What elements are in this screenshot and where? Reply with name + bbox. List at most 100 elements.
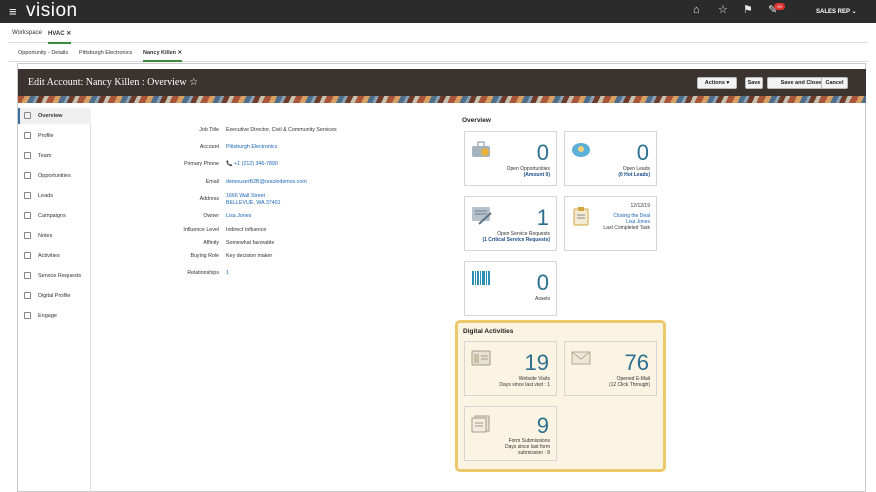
- app-logo[interactable]: vision: [26, 1, 78, 20]
- email-link[interactable]: demouserB2B@oracledemos.com: [226, 179, 307, 186]
- card-sub: (12 Click Through): [608, 382, 650, 389]
- sidebar-label: Digital Profile: [38, 293, 71, 299]
- close-icon[interactable]: ✕: [66, 31, 71, 37]
- task-owner-link[interactable]: Lisa Jones: [626, 219, 650, 225]
- activities-icon: [24, 252, 31, 259]
- sidebar-item-opportunities[interactable]: Opportunities: [18, 168, 91, 184]
- decorative-stripe: [18, 96, 866, 103]
- open-opportunities-card[interactable]: 0 Open Opportunities (Amount 0): [464, 131, 557, 186]
- workspace-tabs: Workspace HVAC ✕: [8, 24, 868, 44]
- open-service-requests-card[interactable]: 1 Open Service Requests (1 Critical Servi…: [464, 196, 557, 251]
- digital-profile-icon: [24, 292, 31, 299]
- overview-icon: [24, 112, 31, 119]
- tab-opportunity-details[interactable]: Opportunity - Details: [18, 50, 68, 56]
- sidebar-item-activities[interactable]: Activities: [18, 248, 91, 264]
- opportunities-icon: [24, 172, 31, 179]
- cancel-button[interactable]: Cancel: [821, 77, 848, 89]
- sidebar-item-overview[interactable]: Overview: [18, 108, 91, 124]
- service-requests-icon: [24, 272, 31, 279]
- sidebar-item-service-requests[interactable]: Service Requests: [18, 268, 91, 284]
- sidebar-item-team[interactable]: Team: [18, 148, 91, 164]
- phone-link[interactable]: 📞 +1 (212) 346-7890: [226, 161, 278, 168]
- service-tools-icon: [472, 207, 492, 225]
- website-visits-card[interactable]: 19 Website Visits Days since last visit :…: [464, 341, 557, 396]
- card-sub: (0 Hot Leads): [618, 172, 650, 179]
- flag-icon[interactable]: ⚑: [743, 4, 753, 16]
- user-menu[interactable]: SALES REP ⌄: [816, 8, 857, 15]
- field-label: Influence Level: [183, 227, 219, 233]
- page-header: Edit Account: Nancy Killen : Overview ☆ …: [18, 69, 866, 103]
- open-leads-card[interactable]: 0 Open Leads (0 Hot Leads): [564, 131, 657, 186]
- address-line2: BELLEVUE, WA 37401: [226, 199, 281, 206]
- task-date: 12/12/19: [630, 203, 650, 209]
- account-link[interactable]: Pittsburgh Electronics: [226, 144, 277, 151]
- record-tabs: Opportunity - Details Pittsburgh Electro…: [8, 43, 868, 62]
- field-label: Relationships: [187, 270, 219, 276]
- notification-badge: 99: [774, 3, 785, 10]
- owner-link[interactable]: Lisa Jones: [226, 213, 251, 220]
- home-icon[interactable]: ⌂: [693, 4, 700, 16]
- sidebar-nav: Overview Profile Team Opportunities Lead…: [18, 108, 91, 492]
- briefcase-icon: [472, 141, 490, 157]
- tab-pittsburgh-electronics[interactable]: Pittsburgh Electronics: [79, 50, 132, 56]
- campaigns-icon: [24, 212, 31, 219]
- card-sub: (Amount 0): [523, 172, 550, 179]
- sidebar-label: Team: [38, 153, 52, 159]
- menu-icon[interactable]: ≡: [9, 5, 17, 18]
- team-icon: [24, 152, 31, 159]
- sidebar-item-digital-profile[interactable]: Digital Profile: [18, 288, 91, 304]
- sidebar-item-profile[interactable]: Profile: [18, 128, 91, 144]
- top-bar: ≡ vision ⌂ ☆ ⚑ ✎ 99 SALES REP ⌄: [0, 0, 876, 23]
- phone-value: +1 (212) 346-7890: [234, 161, 278, 167]
- overview-title: Overview: [462, 117, 491, 124]
- field-label: Email: [205, 179, 219, 185]
- tab-nancy-killen[interactable]: Nancy Killen ✕: [143, 50, 183, 62]
- assets-card[interactable]: 0 Assets: [464, 261, 557, 316]
- sidebar-label: Service Requests: [38, 273, 82, 279]
- card-label: Website Visits: [518, 376, 550, 382]
- address-link[interactable]: 1666 Wall Street BELLEVUE, WA 37401: [226, 193, 281, 206]
- star-icon[interactable]: ☆: [718, 4, 728, 16]
- page-title: Edit Account: Nancy Killen : Overview ☆: [28, 77, 198, 88]
- user-name: SALES REP: [816, 9, 850, 15]
- digital-activities-title: Digital Activities: [463, 328, 514, 335]
- sidebar-item-notes[interactable]: Notes: [18, 228, 91, 244]
- website-icon: [471, 350, 491, 366]
- phone-icon: 📞: [226, 161, 233, 167]
- card-sub: (1 Critical Service Requests): [482, 237, 550, 244]
- service-count: 1: [536, 205, 549, 230]
- field-label: Primary Phone: [183, 161, 219, 167]
- relationships-link[interactable]: 1: [226, 270, 229, 277]
- close-icon[interactable]: ✕: [178, 50, 183, 56]
- opportunities-count: 0: [536, 140, 549, 165]
- favorite-star-icon[interactable]: ☆: [189, 77, 198, 88]
- card-label: Open Service Requests: [497, 231, 550, 237]
- last-completed-task-card[interactable]: 12/12/19 Closing the Deal Lisa Jones Last …: [564, 196, 657, 251]
- sidebar-label: Profile: [38, 133, 54, 139]
- sidebar-item-campaigns[interactable]: Campaigns: [18, 208, 91, 224]
- card-sub: Days since last visit : 1: [499, 382, 550, 389]
- form-submissions-card[interactable]: 9 Form Submissions Days since last form su…: [464, 406, 557, 461]
- card-label: Assets: [534, 296, 550, 302]
- field-value: Indirect Influence: [226, 227, 267, 233]
- clipboard-icon: [573, 207, 589, 226]
- field-label: Address: [199, 196, 219, 202]
- tab-workspace[interactable]: Workspace: [12, 30, 42, 36]
- opened-email-count: 76: [624, 350, 649, 375]
- field-address: Address 1666 Wall Street BELLEVUE, WA 3740…: [0, 193, 876, 207]
- save-button[interactable]: Save: [745, 77, 763, 89]
- card-label: Open Leads: [622, 166, 650, 172]
- website-visits-count: 19: [524, 350, 549, 375]
- field-label: Account: [199, 144, 219, 150]
- leads-icon: [572, 143, 590, 157]
- content-frame: [17, 63, 866, 492]
- task-title-link[interactable]: Closing the Deal: [613, 213, 650, 219]
- card-label: Open Opportunities: [506, 166, 550, 172]
- form-submissions-count: 9: [536, 413, 549, 438]
- sidebar-item-engage[interactable]: Engage: [18, 308, 91, 324]
- card-label: Last Completed Task: [603, 225, 650, 232]
- actions-button[interactable]: Actions ▾: [697, 77, 737, 89]
- tab-hvac[interactable]: HVAC ✕: [48, 30, 72, 44]
- field-label: Buying Role: [190, 253, 219, 259]
- opened-email-card[interactable]: 76 Opened E-Mail (12 Click Through): [564, 341, 657, 396]
